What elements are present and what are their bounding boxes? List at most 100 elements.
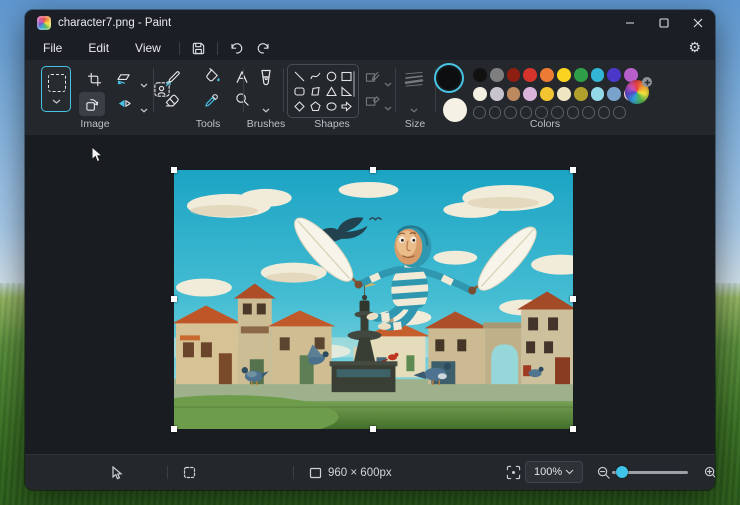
color1-swatch[interactable]: [438, 67, 460, 89]
palette-swatch[interactable]: [591, 68, 605, 82]
cursor-position-icon: [111, 466, 123, 480]
shape-triangle[interactable]: [325, 85, 338, 98]
color-picker-button[interactable]: [201, 90, 221, 110]
selection-handle-middle-right[interactable]: [570, 296, 576, 302]
shape-curve[interactable]: [309, 70, 322, 83]
resize-skew-button[interactable]: [113, 68, 135, 90]
selection-handle-bottom-left[interactable]: [171, 426, 177, 432]
zoom-in-icon: [704, 466, 715, 480]
palette-empty-slot[interactable]: [504, 106, 517, 119]
settings-button[interactable]: ⚙: [682, 37, 707, 58]
menu-edit[interactable]: Edit: [78, 38, 119, 58]
selection-handle-middle-left[interactable]: [171, 296, 177, 302]
close-icon: [693, 18, 703, 28]
palette-empty-slot[interactable]: [613, 106, 626, 119]
palette-swatch[interactable]: [540, 87, 554, 101]
cursor-position-indicator: [111, 455, 123, 490]
shape-outline-button[interactable]: [362, 68, 382, 86]
menu-view[interactable]: View: [125, 38, 171, 58]
zoom-in-button[interactable]: [698, 455, 715, 490]
text-button[interactable]: [232, 67, 252, 87]
palette-swatch[interactable]: [507, 68, 521, 82]
palette-empty-slot[interactable]: [567, 106, 580, 119]
select-tool-button[interactable]: [41, 66, 71, 112]
palette-swatch[interactable]: [591, 87, 605, 101]
canvas-size-text: 960 × 600px: [328, 467, 392, 479]
statusbar-separator: [293, 466, 294, 479]
selection-handle-top-left[interactable]: [171, 167, 177, 173]
maximize-button[interactable]: [647, 10, 681, 36]
zoom-level-dropdown[interactable]: 100%: [525, 461, 583, 483]
minimize-button[interactable]: [613, 10, 647, 36]
zoom-level-value: 100%: [534, 466, 562, 478]
desktop-wallpaper: character7.png - Paint File Edit View: [0, 0, 740, 505]
canvas-size-icon: [309, 467, 322, 479]
shape-polygon[interactable]: [309, 85, 322, 98]
selection-handle-bottom-right[interactable]: [570, 426, 576, 432]
palette-swatch[interactable]: [540, 68, 554, 82]
flip-button[interactable]: [113, 93, 135, 113]
palette-empty-slot[interactable]: [582, 106, 595, 119]
eraser-button[interactable]: [162, 90, 182, 110]
palette-empty-slot[interactable]: [551, 106, 564, 119]
shape-ellipse[interactable]: [325, 70, 338, 83]
palette-swatch[interactable]: [473, 87, 487, 101]
line-size-icon: [404, 71, 424, 87]
palette-row-3: [473, 106, 626, 119]
shape-line[interactable]: [293, 70, 306, 83]
zoom-slider[interactable]: [612, 471, 688, 474]
canvas-image[interactable]: [174, 170, 573, 429]
palette-empty-slot[interactable]: [520, 106, 533, 119]
palette-empty-slot[interactable]: [598, 106, 611, 119]
palette-swatch[interactable]: [490, 87, 504, 101]
palette-swatch[interactable]: [490, 68, 504, 82]
palette-swatch[interactable]: [557, 87, 571, 101]
fit-to-screen-button[interactable]: [500, 455, 527, 490]
palette-empty-slot[interactable]: [535, 106, 548, 119]
shape-fill-button[interactable]: [362, 92, 382, 110]
close-button[interactable]: [681, 10, 715, 36]
palette-swatch[interactable]: [523, 87, 537, 101]
pencil-button[interactable]: [163, 67, 183, 87]
crop-button[interactable]: [83, 68, 105, 90]
shapes-scrollbar[interactable]: [353, 71, 355, 97]
rotate-button[interactable]: [79, 92, 105, 116]
group-label-image: Image: [80, 118, 109, 130]
shape-diamond[interactable]: [293, 100, 306, 113]
fill-button[interactable]: [203, 66, 223, 86]
rotate-icon: [85, 97, 100, 112]
edit-colors-button[interactable]: [625, 80, 649, 104]
shape-rectangle[interactable]: [340, 70, 353, 83]
palette-swatch[interactable]: [523, 68, 537, 82]
brushes-button[interactable]: [253, 66, 279, 94]
chevron-down-icon: [140, 100, 148, 118]
selection-handle-top-center[interactable]: [370, 167, 376, 173]
menu-file[interactable]: File: [33, 38, 72, 58]
selection-handle-top-right[interactable]: [570, 167, 576, 173]
color2-swatch[interactable]: [443, 98, 467, 122]
palette-swatch[interactable]: [473, 68, 487, 82]
save-button[interactable]: [185, 39, 212, 58]
selection-size-indicator: [183, 455, 196, 490]
palette-swatch[interactable]: [557, 68, 571, 82]
palette-empty-slot[interactable]: [489, 106, 502, 119]
selection-handle-bottom-center[interactable]: [370, 426, 376, 432]
undo-button[interactable]: [223, 39, 250, 58]
canvas-workspace: [25, 135, 715, 455]
zoom-slider-thumb[interactable]: [616, 466, 628, 478]
palette-empty-slot[interactable]: [473, 106, 486, 119]
menubar: File Edit View ⚙: [25, 36, 715, 60]
shape-rounded-rectangle[interactable]: [293, 85, 306, 98]
palette-swatch[interactable]: [607, 68, 621, 82]
shape-right-triangle[interactable]: [340, 85, 353, 98]
palette-swatch[interactable]: [607, 87, 621, 101]
size-button[interactable]: [401, 68, 427, 90]
shape-pentagon[interactable]: [309, 100, 322, 113]
redo-button[interactable]: [250, 39, 277, 58]
magnifier-button[interactable]: [232, 89, 252, 109]
shape-oval[interactable]: [325, 100, 338, 113]
palette-swatch[interactable]: [507, 87, 521, 101]
palette-swatch[interactable]: [574, 68, 588, 82]
shape-arrow[interactable]: [340, 100, 353, 113]
palette-swatch[interactable]: [574, 87, 588, 101]
